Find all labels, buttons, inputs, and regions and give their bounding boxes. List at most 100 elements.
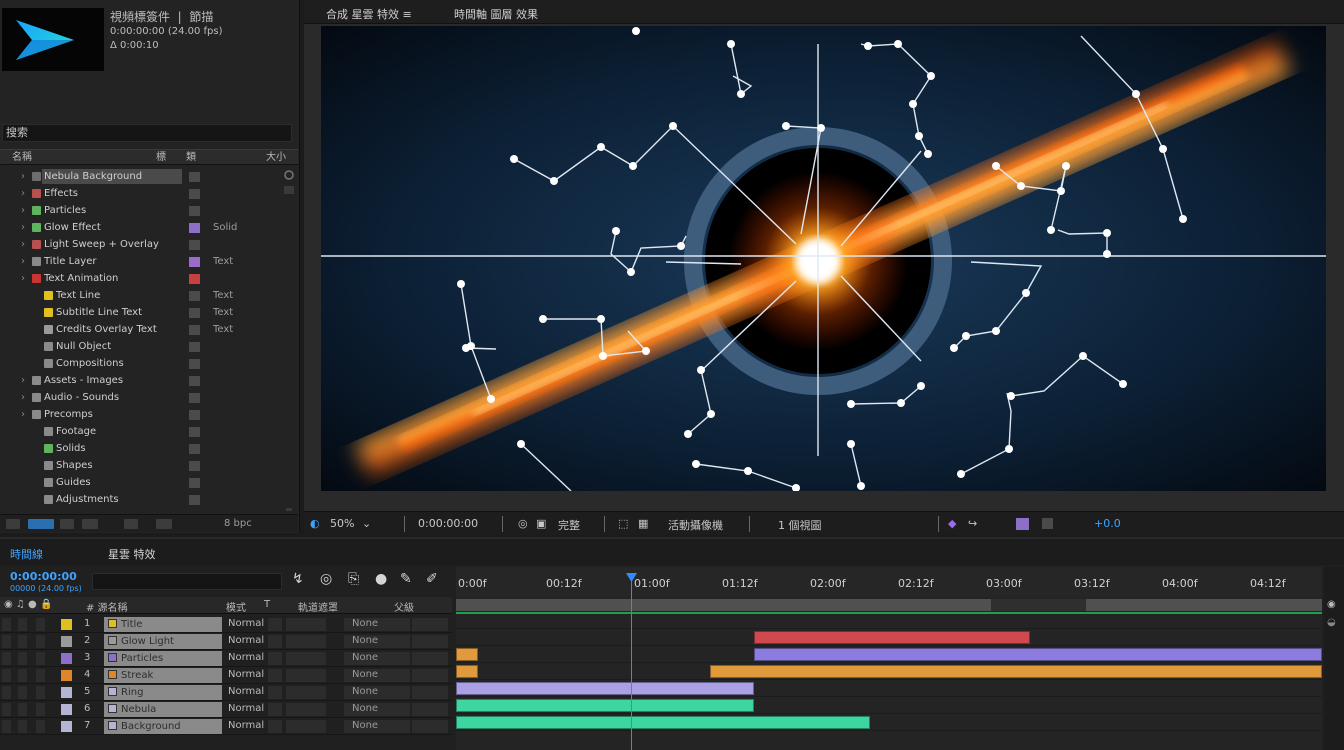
layer-switch[interactable]	[18, 720, 27, 733]
layer-property-cell[interactable]	[286, 635, 326, 648]
layer-switch[interactable]	[2, 652, 11, 665]
column-track-matte[interactable]: 軌道遮罩	[298, 599, 338, 614]
layer-name[interactable]: Particles	[104, 651, 222, 666]
interpret-footage-icon[interactable]	[6, 519, 20, 529]
label-color-swatch[interactable]	[189, 359, 200, 369]
layer-switch[interactable]	[36, 652, 45, 665]
layer-switch[interactable]	[2, 686, 11, 699]
flowchart-icon[interactable]	[156, 519, 172, 529]
project-item[interactable]: Subtitle Line Text Text	[0, 304, 280, 321]
layer-switch[interactable]	[2, 618, 11, 631]
column-type[interactable]: 類	[186, 151, 196, 165]
layer-switch[interactable]	[2, 669, 11, 682]
item-name-cell[interactable]: Shapes	[54, 458, 182, 473]
column-size[interactable]: 大小	[266, 151, 286, 165]
layer-parent[interactable]: None	[352, 652, 378, 663]
label-color-swatch[interactable]	[189, 325, 200, 335]
twirl-arrow-icon[interactable]: ›	[18, 236, 28, 253]
pen-icon[interactable]: ✐	[426, 571, 438, 587]
layer-clip-bar[interactable]	[754, 648, 1322, 661]
layer-property-cell[interactable]	[412, 652, 448, 665]
layer-parent[interactable]: None	[352, 635, 378, 646]
layer-switch[interactable]	[36, 720, 45, 733]
label-color-swatch[interactable]	[189, 376, 200, 386]
layer-row[interactable]: 1 Title Normal None	[0, 616, 452, 633]
layer-switch[interactable]	[18, 635, 27, 648]
project-item[interactable]: › Effects	[0, 185, 280, 202]
layer-mode[interactable]: Normal	[228, 652, 264, 663]
column-t[interactable]: T	[264, 599, 270, 610]
layer-switch[interactable]	[18, 686, 27, 699]
layer-switch[interactable]	[18, 669, 27, 682]
project-item[interactable]: Solids	[0, 440, 280, 457]
channel-toggle-icon[interactable]	[1042, 518, 1053, 529]
column-parent[interactable]: 父級	[394, 599, 414, 614]
layer-row[interactable]: 6 Nebula Normal None	[0, 701, 452, 718]
layer-mode[interactable]: Normal	[228, 635, 264, 646]
label-color-swatch[interactable]	[189, 478, 200, 488]
zoom-dropdown[interactable]: 50%	[330, 517, 354, 530]
twirl-arrow-icon[interactable]: ›	[18, 202, 28, 219]
label-color-swatch[interactable]	[189, 172, 200, 182]
always-preview-icon[interactable]: ◐	[310, 517, 320, 530]
layer-property-cell[interactable]	[268, 686, 282, 699]
track-row[interactable]	[456, 680, 1322, 697]
layer-switch[interactable]	[2, 635, 11, 648]
label-color-swatch[interactable]	[189, 342, 200, 352]
item-name-cell[interactable]: Particles	[42, 203, 182, 218]
layer-property-cell[interactable]	[268, 618, 282, 631]
track-row[interactable]	[456, 629, 1322, 646]
transparency-grid-icon[interactable]: ▦	[638, 517, 648, 530]
tab-timeline[interactable]: 時間線	[10, 546, 43, 562]
item-name-cell[interactable]: Audio - Sounds	[42, 390, 182, 405]
channel-icon[interactable]: ▣	[536, 517, 546, 530]
item-name-cell[interactable]: Precomps	[42, 407, 182, 422]
layer-property-cell[interactable]	[286, 669, 326, 682]
tab-timeline-layers[interactable]: 時間軸 圖層 效果	[454, 6, 538, 22]
layer-mode[interactable]: Normal	[228, 720, 264, 731]
project-item[interactable]: Text Line Text	[0, 287, 280, 304]
item-name-cell[interactable]: Footage	[54, 424, 182, 439]
layer-property-cell[interactable]	[286, 720, 326, 733]
track-row[interactable]	[456, 697, 1322, 714]
layer-parent[interactable]: None	[352, 686, 378, 697]
label-color-swatch[interactable]	[189, 444, 200, 454]
item-name-cell[interactable]: Effects	[42, 186, 182, 201]
twirl-arrow-icon[interactable]: ›	[18, 389, 28, 406]
layer-mode[interactable]: Normal	[228, 618, 264, 629]
label-color-swatch[interactable]	[189, 189, 200, 199]
layer-property-cell[interactable]	[286, 652, 326, 665]
project-item[interactable]: Adjustments	[0, 491, 280, 508]
layer-property-cell[interactable]	[268, 669, 282, 682]
motion-blur-icon[interactable]: ⎘	[348, 571, 359, 587]
twirl-arrow-icon[interactable]: ›	[18, 219, 28, 236]
label-color-swatch[interactable]	[189, 206, 200, 216]
project-item[interactable]: Compositions	[0, 355, 280, 372]
project-item[interactable]: › Audio - Sounds	[0, 389, 280, 406]
project-item[interactable]: Shapes	[0, 457, 280, 474]
layer-property-cell[interactable]	[412, 720, 448, 733]
label-color-swatch[interactable]	[189, 410, 200, 420]
layer-row[interactable]: 5 Ring Normal None	[0, 684, 452, 701]
track-row[interactable]	[456, 612, 1322, 629]
layer-property-cell[interactable]	[286, 703, 326, 716]
layer-name[interactable]: Background	[104, 719, 222, 734]
project-scrollbar[interactable]	[282, 168, 294, 513]
track-row[interactable]	[456, 663, 1322, 680]
column-source-name[interactable]: # 源名稱	[86, 599, 128, 614]
layer-name[interactable]: Nebula	[104, 702, 222, 717]
layer-label-color[interactable]	[61, 721, 72, 732]
layer-row[interactable]: 7 Background Normal None	[0, 718, 452, 735]
layer-property-cell[interactable]	[412, 703, 448, 716]
track-row[interactable]	[456, 646, 1322, 663]
item-name-cell[interactable]: Text Line	[54, 288, 182, 303]
view-layout-dropdown[interactable]: 1 個視圖	[778, 517, 822, 533]
composition-viewer[interactable]	[304, 24, 1344, 511]
layer-property-cell[interactable]	[412, 669, 448, 682]
layer-switch[interactable]	[36, 686, 45, 699]
exposure-value[interactable]: +0.0	[1094, 517, 1121, 530]
shy-icon[interactable]: ↯	[292, 571, 304, 587]
label-color-swatch[interactable]	[189, 291, 200, 301]
item-name-cell[interactable]: Title Layer	[42, 254, 182, 269]
layer-switch[interactable]	[2, 720, 11, 733]
